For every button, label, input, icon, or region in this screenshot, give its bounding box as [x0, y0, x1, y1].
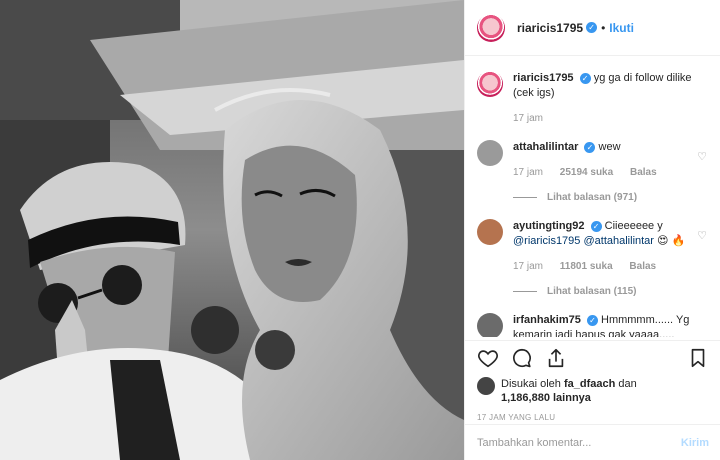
comment-username[interactable]: irfanhakim75	[513, 314, 581, 326]
post-actions: Disukai oleh fa_dfaach dan 1,186,880 lai…	[465, 340, 720, 428]
add-comment-bar: Kirim	[465, 424, 720, 460]
likes-conjunction: dan	[618, 378, 637, 390]
verified-icon: ✓	[579, 72, 591, 84]
likes-prefix: Disukai oleh	[501, 378, 561, 390]
post-header: riaricis1795 ✓ • Ikuti	[465, 0, 720, 56]
likes-suffix[interactable]: lainnya	[553, 392, 591, 404]
comment-meta: 17 jam 11801 suka Balas	[513, 259, 699, 274]
comment-likes[interactable]: 25194 suka	[560, 167, 613, 178]
comment-item: irfanhakim75 ✓ Hmmmmm...... Yg kemarin j…	[477, 313, 709, 337]
comment-like-heart-icon[interactable]: ♡	[697, 229, 707, 242]
commenter-avatar[interactable]	[477, 219, 503, 245]
reply-button[interactable]: Balas	[630, 167, 657, 178]
verified-icon: ✓	[584, 141, 596, 153]
bookmark-icon[interactable]	[687, 347, 709, 369]
comment-meta: 17 jam 25194 suka Balas	[513, 165, 699, 180]
divider-line	[513, 197, 537, 198]
comment-text: Ciieeeeee y	[604, 220, 663, 232]
liker-avatar[interactable]	[477, 377, 495, 395]
mention-link[interactable]: @attahalilintar	[583, 235, 653, 247]
author-username[interactable]: riaricis1795	[517, 21, 583, 35]
comment-input[interactable]	[477, 436, 681, 449]
view-replies-label: Lihat balasan (115)	[547, 286, 637, 297]
heart-eyes-emoji: 😍	[657, 235, 669, 247]
caption-time[interactable]: 17 jam	[513, 111, 699, 126]
comment-username[interactable]: attahalilintar	[513, 141, 578, 153]
share-icon[interactable]	[545, 347, 567, 369]
comment-item: ayutingting92 ✓ Ciieeeeee y @riaricis179…	[477, 219, 709, 299]
view-replies-button[interactable]: Lihat balasan (115)	[513, 284, 699, 299]
separator-dot: •	[601, 20, 606, 35]
comment-text: wew	[598, 141, 621, 153]
reply-button[interactable]: Balas	[629, 261, 656, 272]
post-side-panel: riaricis1795 ✓ • Ikuti riaricis1795 ✓ yg…	[464, 0, 720, 460]
divider-line	[513, 291, 537, 292]
comment-time[interactable]: 17 jam	[513, 261, 543, 272]
comment-icon[interactable]	[511, 347, 533, 369]
send-comment-button[interactable]: Kirim	[681, 437, 709, 449]
comment-username[interactable]: ayutingting92	[513, 220, 585, 232]
comment-time[interactable]: 17 jam	[513, 167, 543, 178]
post-timestamp[interactable]: 17 JAM YANG LALU	[477, 413, 709, 422]
author-avatar[interactable]	[477, 13, 505, 42]
author-avatar-small[interactable]	[477, 71, 503, 97]
fire-emoji: 🔥	[671, 235, 686, 247]
likes-count[interactable]: 1,186,880	[501, 392, 550, 404]
view-replies-button[interactable]: Lihat balasan (971)	[513, 190, 699, 205]
action-icons	[477, 341, 709, 375]
verified-icon: ✓	[586, 22, 598, 33]
caption: riaricis1795 ✓ yg ga di follow dilike (c…	[477, 71, 709, 126]
caption-username[interactable]: riaricis1795	[513, 72, 574, 84]
liker-username[interactable]: fa_dfaach	[564, 378, 615, 390]
comments-list[interactable]: riaricis1795 ✓ yg ga di follow dilike (c…	[465, 57, 720, 337]
comment-item: attahalilintar ✓ wew 17 jam 25194 suka B…	[477, 140, 709, 205]
view-replies-label: Lihat balasan (971)	[547, 192, 638, 203]
mention-link[interactable]: @riaricis1795	[513, 235, 580, 247]
post-photo[interactable]	[0, 0, 464, 460]
commenter-avatar[interactable]	[477, 313, 503, 337]
follow-button[interactable]: Ikuti	[609, 21, 634, 35]
comment-like-heart-icon[interactable]: ♡	[697, 150, 707, 163]
heart-icon[interactable]	[477, 347, 499, 369]
likes-summary: Disukai oleh fa_dfaach dan 1,186,880 lai…	[477, 377, 709, 405]
photo-illustration	[0, 0, 464, 460]
verified-icon: ✓	[586, 314, 598, 326]
verified-icon: ✓	[590, 220, 602, 232]
comment-likes[interactable]: 11801 suka	[560, 261, 613, 272]
commenter-avatar[interactable]	[477, 140, 503, 166]
